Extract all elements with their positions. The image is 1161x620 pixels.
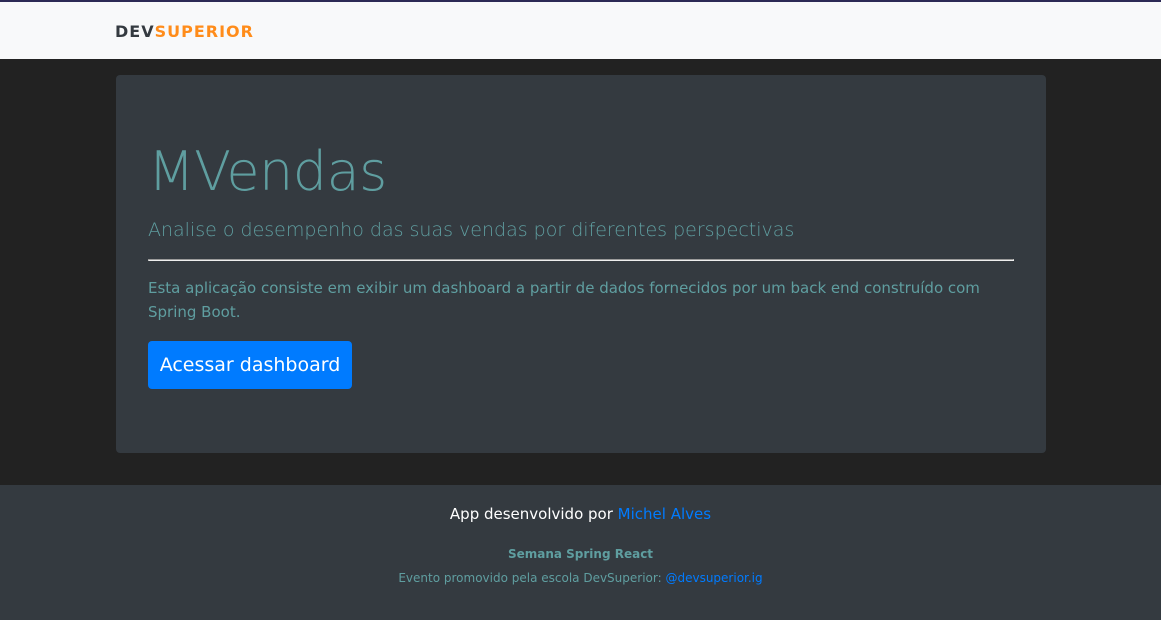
- devsuperior-logo[interactable]: DEVSUPERIOR: [115, 21, 254, 43]
- footer-credit: App desenvolvido por Michel Alves: [0, 503, 1161, 525]
- footer-event-info: Evento promovido pela escola DevSuperior…: [0, 569, 1161, 587]
- author-link[interactable]: Michel Alves: [618, 505, 711, 523]
- footer-event-prefix: Evento promovido pela escola DevSuperior…: [398, 571, 666, 585]
- footer-credit-prefix: App desenvolvido por: [449, 505, 618, 523]
- brand-superior-text: SUPERIOR: [154, 22, 254, 41]
- hero-divider: [148, 259, 1014, 261]
- brand-dev-text: DEV: [115, 22, 155, 41]
- hero-card: MVendas Analise o desempenho das suas ve…: [116, 75, 1046, 453]
- footer-event-name: Semana Spring React: [507, 547, 654, 561]
- instagram-link[interactable]: @devsuperior.ig: [665, 571, 762, 585]
- page-footer: App desenvolvido por Michel Alves Semana…: [0, 485, 1161, 620]
- hero-lead: Analise o desempenho das suas vendas por…: [148, 219, 795, 241]
- top-navbar: DEVSUPERIOR: [0, 0, 1161, 59]
- main-content: MVendas Analise o desempenho das suas ve…: [0, 59, 1161, 485]
- open-dashboard-button[interactable]: Acessar dashboard: [148, 341, 352, 389]
- page-title: MVendas: [148, 140, 387, 203]
- hero-description: Esta aplicação consiste em exibir um das…: [148, 279, 980, 321]
